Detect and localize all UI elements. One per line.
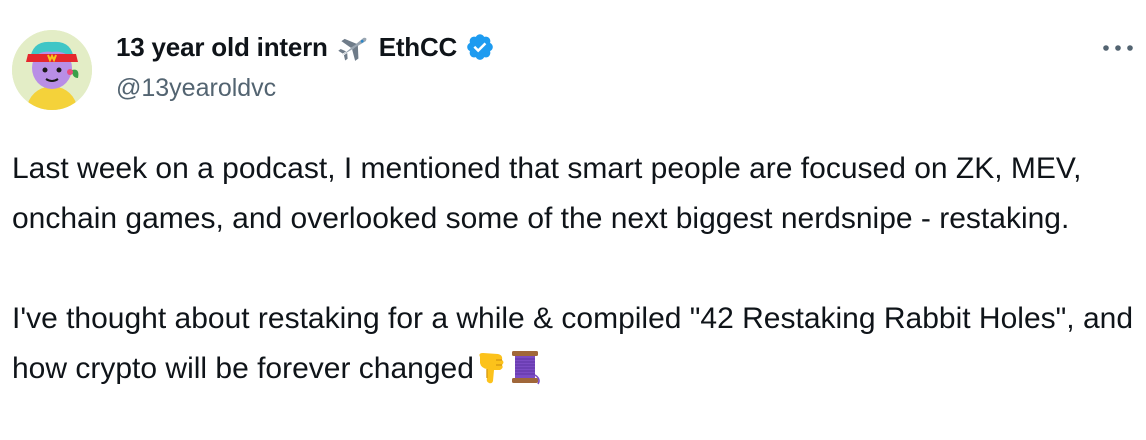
tweet-paragraph-text: Last week on a podcast, I mentioned that… — [12, 152, 1082, 235]
thread-spool-icon — [508, 349, 542, 385]
more-options-icon — [1103, 45, 1133, 51]
verified-badge-icon[interactable] — [465, 32, 495, 62]
author-handle[interactable]: @13yearoldvc — [116, 74, 276, 103]
more-options-button[interactable] — [1098, 34, 1138, 62]
tweet-paragraph-text: I've thought about restaking for a while… — [12, 302, 1134, 385]
airplane-icon — [337, 32, 371, 62]
tweet-text: Last week on a podcast, I mentioned that… — [12, 144, 1142, 394]
tweet-paragraph: I've thought about restaking for a while… — [12, 294, 1142, 394]
display-name[interactable]: 13 year old intern — [116, 32, 328, 63]
display-name-suffix[interactable]: EthCC — [379, 32, 458, 63]
author-name-row: 13 year old intern EthCC — [116, 30, 495, 64]
pointing-down-icon — [474, 349, 508, 385]
tweet-paragraph: Last week on a podcast, I mentioned that… — [12, 144, 1142, 244]
avatar-illustration — [12, 30, 92, 110]
avatar[interactable] — [12, 30, 92, 110]
